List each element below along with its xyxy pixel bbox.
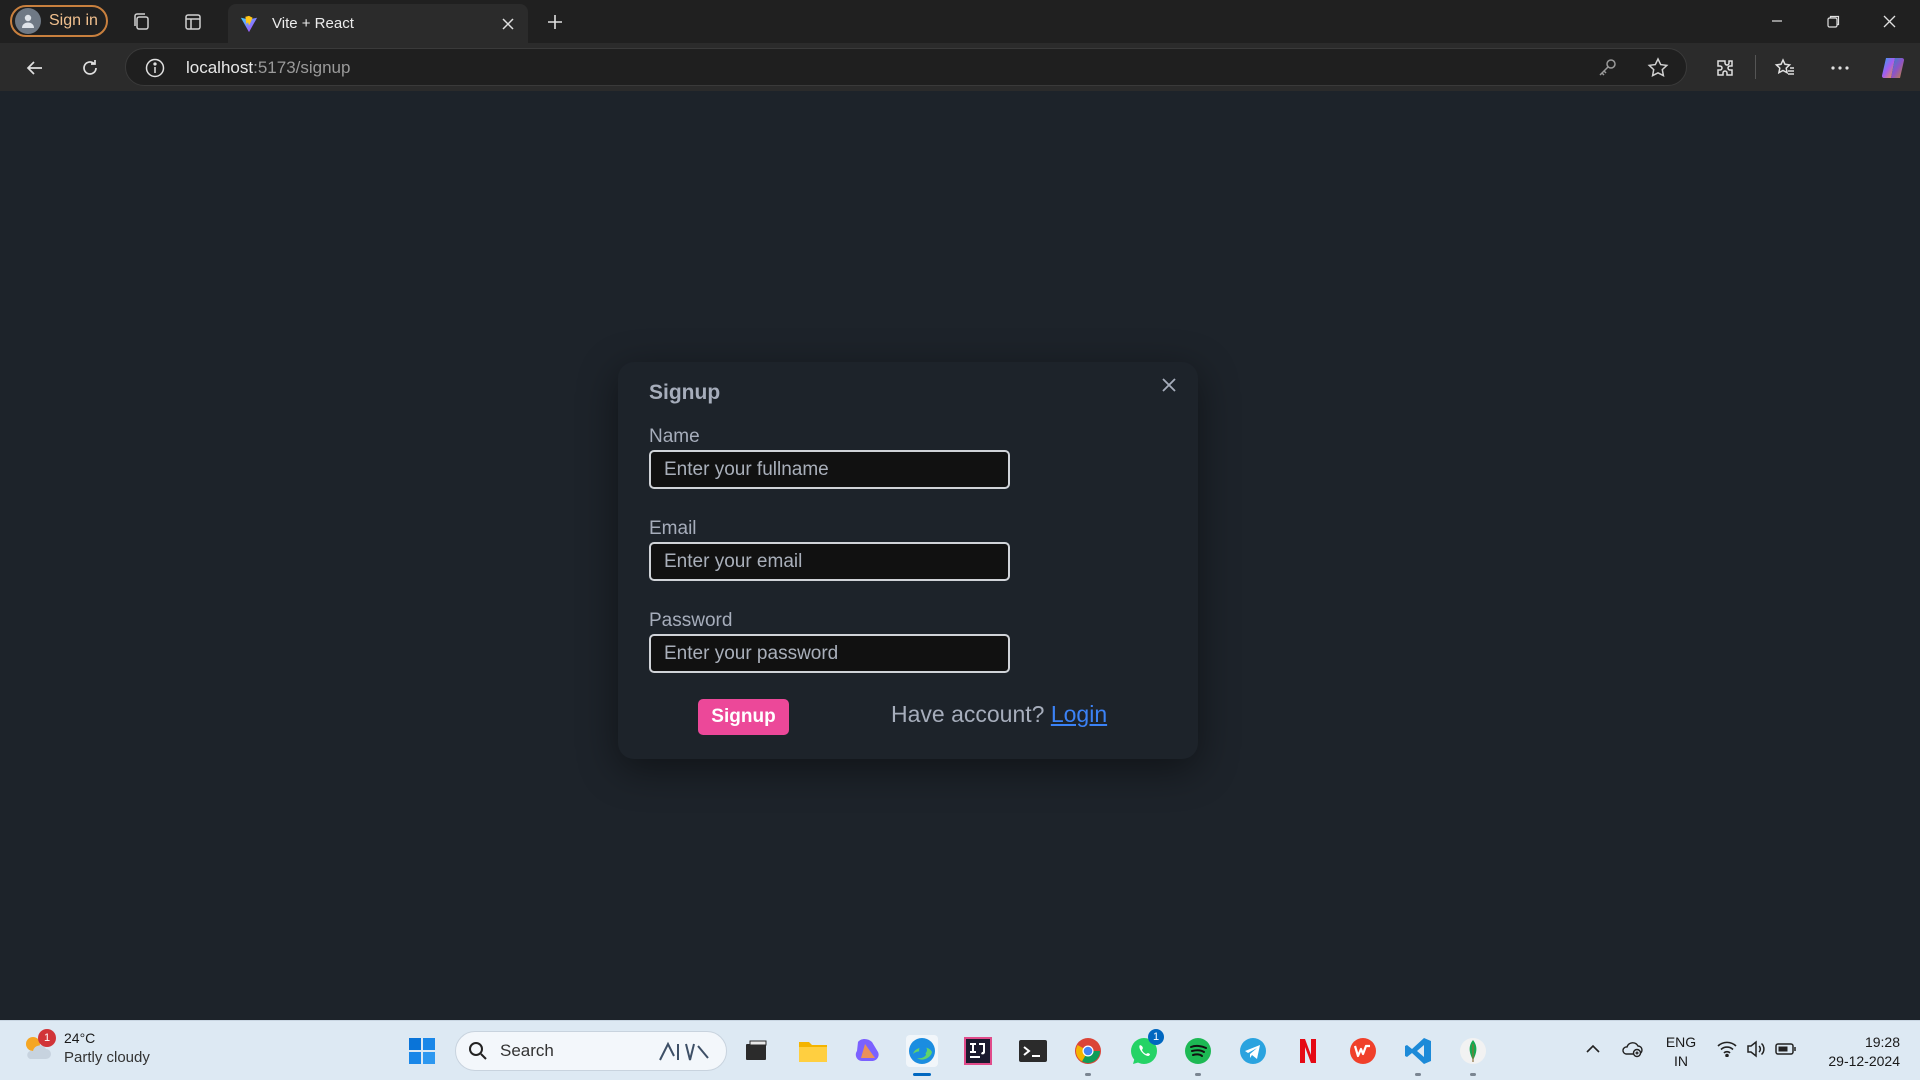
vscode-running-indicator [1415,1073,1421,1076]
windows-start-icon[interactable] [406,1035,438,1067]
taskbar: 1 24°C Partly cloudy Search 1 ENG IN 19:… [0,1020,1920,1080]
wps-office-icon[interactable] [1347,1035,1379,1067]
browser-nav-bar: localhost:5173/signup [0,43,1920,91]
copilot-app-icon[interactable] [852,1035,884,1067]
taskbar-search[interactable]: Search [455,1031,727,1071]
wifi-icon[interactable] [1715,1037,1739,1061]
signup-button[interactable]: Signup [698,699,789,735]
copilot-icon[interactable] [1878,53,1908,83]
avatar [15,8,41,34]
tab-title: Vite + React [272,15,354,32]
workspaces-icon[interactable] [127,8,155,36]
weather-temp: 24°C [64,1030,96,1046]
back-icon[interactable] [20,53,50,83]
extensions-icon[interactable] [1710,53,1740,83]
minimize-icon[interactable] [1754,6,1800,36]
task-view-icon[interactable] [740,1035,772,1067]
password-key-icon[interactable] [1596,57,1618,79]
password-label: Password [649,610,733,631]
toolbar-divider [1755,55,1756,79]
compass-running-indicator [1470,1073,1476,1076]
have-account-text: Have account? Login [891,701,1108,727]
whatsapp-icon[interactable]: 1 [1128,1029,1164,1067]
browser-tab-bar: Sign in Vite + React [0,0,1920,43]
profile-button[interactable]: Sign in [10,5,108,37]
favorites-icon[interactable] [1770,53,1800,83]
weather-desc: Partly cloudy [64,1049,150,1066]
spotify-icon[interactable] [1182,1035,1214,1067]
search-icon [469,1042,487,1060]
edge-icon[interactable] [906,1035,938,1067]
close-tab-icon[interactable] [494,10,522,38]
weather-widget[interactable]: 1 24°C Partly cloudy [20,1029,150,1067]
volume-icon[interactable] [1744,1037,1768,1061]
mongodb-compass-icon[interactable] [1457,1035,1489,1067]
search-highlight-icon [659,1041,709,1061]
weather-badge: 1 [38,1029,56,1047]
spotify-running-indicator [1195,1073,1201,1076]
vite-logo-icon [240,15,258,32]
partly-cloudy-icon: 1 [20,1029,56,1065]
whatsapp-badge: 1 [1148,1029,1164,1045]
clock[interactable]: 19:28 29-12-2024 [1810,1033,1900,1071]
telegram-icon[interactable] [1237,1035,1269,1067]
restore-icon[interactable] [1810,6,1856,36]
chrome-running-indicator [1085,1073,1091,1076]
name-label: Name [649,426,700,447]
signup-modal: Signup Name Email Password Signup Have a… [618,362,1198,759]
battery-icon[interactable] [1774,1037,1798,1061]
onedrive-sync-icon[interactable] [1620,1037,1644,1061]
address-bar[interactable]: localhost:5173/signup [125,48,1687,86]
terminal-icon[interactable] [1017,1035,1049,1067]
url-text[interactable]: localhost:5173/signup [186,58,350,78]
edge-active-indicator [913,1073,931,1076]
tab-actions-icon[interactable] [179,8,207,36]
intellij-icon[interactable] [962,1035,994,1067]
login-link[interactable]: Login [1051,701,1107,727]
netflix-icon[interactable] [1292,1035,1324,1067]
tab-vite-react[interactable]: Vite + React [228,4,528,43]
file-explorer-icon[interactable] [797,1035,829,1067]
search-label: Search [500,1041,554,1060]
site-info-icon[interactable] [144,57,166,79]
close-window-icon[interactable] [1866,6,1912,36]
new-tab-icon[interactable] [540,7,570,37]
language-indicator[interactable]: ENG IN [1665,1033,1697,1071]
page-viewport: Signup Name Email Password Signup Have a… [5,91,1915,1018]
close-icon[interactable] [1156,372,1182,398]
reload-icon[interactable] [75,53,105,83]
email-label: Email [649,518,697,539]
show-hidden-icons-icon[interactable] [1581,1037,1605,1061]
favorite-star-icon[interactable] [1646,56,1670,80]
chrome-icon[interactable] [1072,1035,1104,1067]
profile-label: Sign in [49,12,98,29]
vscode-icon[interactable] [1402,1035,1434,1067]
email-input[interactable] [649,542,1010,581]
more-options-icon[interactable] [1825,53,1855,83]
password-input[interactable] [649,634,1010,673]
name-input[interactable] [649,450,1010,489]
modal-title: Signup [649,381,721,404]
